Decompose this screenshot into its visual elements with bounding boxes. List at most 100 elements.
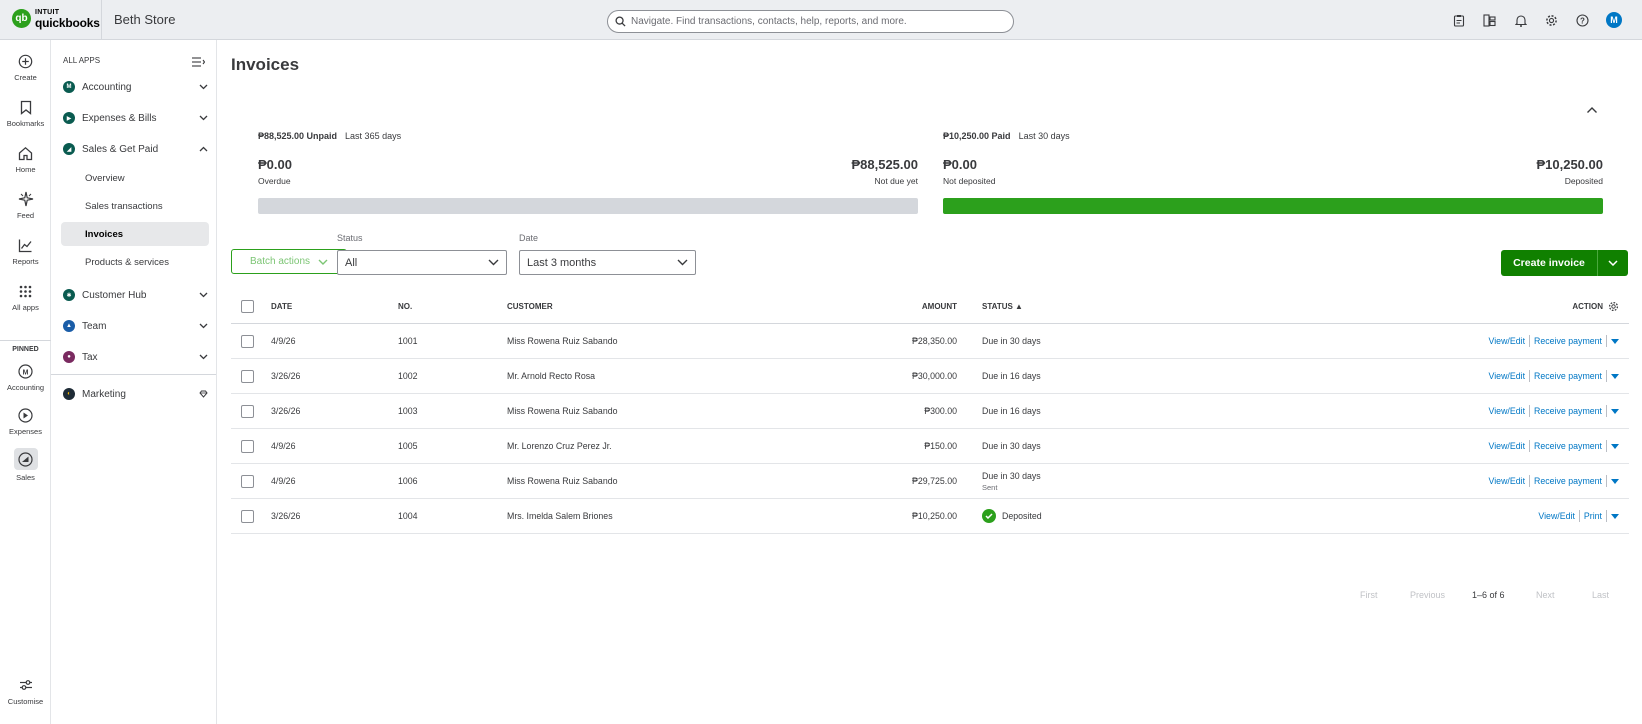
plus-circle-icon <box>18 54 33 68</box>
chevron-down-icon <box>488 259 499 266</box>
create-invoice-button[interactable]: Create invoice <box>1501 250 1597 276</box>
table-row[interactable]: 4/9/26 1001 Miss Rowena Ruiz Sabando ₱28… <box>231 324 1629 359</box>
rail-bookmarks[interactable]: Bookmarks <box>0 98 51 128</box>
deposited-amount-block[interactable]: ₱10,250.00 Deposited <box>1536 157 1603 186</box>
subnav-products-services[interactable]: Products & services <box>61 250 209 274</box>
view-edit-link[interactable]: View/Edit <box>1489 371 1526 381</box>
row-status: Due in 30 days <box>982 441 1041 451</box>
date-filter-select[interactable]: Last 3 months <box>519 250 696 275</box>
caret-down-icon[interactable] <box>1611 513 1619 519</box>
table-row[interactable]: 3/26/26 1002 Mr. Arnold Recto Rosa ₱30,0… <box>231 359 1629 394</box>
row-checkbox[interactable] <box>241 404 254 418</box>
pager-first[interactable]: First <box>1360 590 1378 600</box>
nav-team[interactable]: ▲ Team <box>63 316 208 336</box>
receive-payment-link[interactable]: Receive payment <box>1534 406 1602 416</box>
rail-customise[interactable]: Customise <box>0 676 51 706</box>
col-date[interactable]: DATE <box>271 290 292 323</box>
col-no[interactable]: NO. <box>398 290 412 323</box>
pager-previous[interactable]: Previous <box>1410 590 1445 600</box>
select-all-checkbox[interactable] <box>241 300 254 313</box>
caret-down-icon[interactable] <box>1611 373 1619 379</box>
nav-label: Accounting <box>82 81 132 93</box>
view-edit-link[interactable]: View/Edit <box>1489 406 1526 416</box>
row-checkbox[interactable] <box>241 334 254 348</box>
top-bar: qb INTUIT quickbooks Beth Store ? M <box>0 0 1642 40</box>
caret-down-icon[interactable] <box>1611 408 1619 414</box>
receive-payment-link[interactable]: Receive payment <box>1534 336 1602 346</box>
col-status[interactable]: STATUS ▲ <box>982 290 1023 323</box>
print-link[interactable]: Print <box>1584 511 1602 521</box>
rail-all-apps[interactable]: All apps <box>0 282 51 312</box>
caret-down-icon[interactable] <box>1611 338 1619 344</box>
col-customer[interactable]: CUSTOMER <box>507 290 553 323</box>
view-edit-link[interactable]: View/Edit <box>1489 441 1526 451</box>
batch-actions-button[interactable]: Batch actions <box>231 249 347 274</box>
table-row[interactable]: 4/9/26 1006 Miss Rowena Ruiz Sabando ₱29… <box>231 464 1629 499</box>
quickbooks-logo[interactable]: qb INTUIT quickbooks <box>12 8 100 29</box>
paid-progress-bar[interactable] <box>943 198 1603 214</box>
expenses-icon <box>18 407 33 423</box>
table-row[interactable]: 4/9/26 1005 Mr. Lorenzo Cruz Perez Jr. ₱… <box>231 429 1629 464</box>
row-customer: Miss Rowena Ruiz Sabando <box>507 476 618 486</box>
nav-sales-get-paid[interactable]: ◢ Sales & Get Paid <box>63 139 208 159</box>
rail-pinned-expenses[interactable]: Expenses <box>0 406 51 436</box>
chevron-down-icon <box>1608 260 1618 266</box>
divider <box>51 374 216 375</box>
row-customer: Miss Rowena Ruiz Sabando <box>507 336 618 346</box>
rail-label: Create <box>14 73 37 82</box>
user-avatar[interactable]: M <box>1606 12 1622 28</box>
table-row[interactable]: 3/26/26 1003 Miss Rowena Ruiz Sabando ₱3… <box>231 394 1629 429</box>
row-status: Due in 16 days <box>982 371 1041 381</box>
pager-last[interactable]: Last <box>1592 590 1609 600</box>
nav-tax[interactable]: ● Tax <box>63 347 208 367</box>
caret-down-icon[interactable] <box>1611 478 1619 484</box>
help-icon[interactable]: ? <box>1575 13 1590 28</box>
table-row[interactable]: 3/26/26 1004 Mrs. Imelda Salem Briones ₱… <box>231 499 1629 534</box>
home-icon <box>18 146 33 160</box>
row-checkbox[interactable] <box>241 439 254 453</box>
company-name[interactable]: Beth Store <box>114 12 175 27</box>
not-deposited-amount-block[interactable]: ₱0.00 Not deposited <box>943 157 995 186</box>
receive-payment-link[interactable]: Receive payment <box>1534 441 1602 451</box>
receive-payment-link[interactable]: Receive payment <box>1534 476 1602 486</box>
subnav-sales-transactions[interactable]: Sales transactions <box>61 194 209 218</box>
search-input[interactable] <box>631 16 1001 27</box>
apps-switch-icon[interactable] <box>1482 13 1497 28</box>
row-checkbox[interactable] <box>241 474 254 488</box>
nav-customer-hub[interactable]: ✱ Customer Hub <box>63 285 208 305</box>
nav-expenses-bills[interactable]: ▶ Expenses & Bills <box>63 108 208 128</box>
overdue-amount-block[interactable]: ₱0.00 Overdue <box>258 157 292 186</box>
subnav-overview[interactable]: Overview <box>61 166 209 190</box>
rail-pinned-accounting[interactable]: M Accounting <box>0 362 51 392</box>
row-status: Due in 30 days <box>982 470 1041 481</box>
rail-pinned-sales[interactable]: Sales <box>0 448 51 482</box>
nav-accounting[interactable]: M Accounting <box>63 77 208 97</box>
bell-icon[interactable] <box>1513 13 1528 28</box>
not-due-amount-block[interactable]: ₱88,525.00 Not due yet <box>851 157 918 186</box>
subnav-invoices[interactable]: Invoices <box>61 222 209 246</box>
view-edit-link[interactable]: View/Edit <box>1538 511 1575 521</box>
create-invoice-dropdown[interactable] <box>1598 250 1628 276</box>
view-edit-link[interactable]: View/Edit <box>1489 476 1526 486</box>
view-edit-link[interactable]: View/Edit <box>1489 336 1526 346</box>
status-filter-select[interactable]: All <box>337 250 507 275</box>
chevron-down-icon <box>318 259 328 265</box>
gear-icon[interactable] <box>1544 13 1559 28</box>
rail-create[interactable]: Create <box>0 52 51 82</box>
nav-marketing[interactable]: ◐ Marketing <box>63 384 208 404</box>
rail-reports[interactable]: Reports <box>0 236 51 266</box>
rail-feed[interactable]: Feed <box>0 190 51 220</box>
clipboard-icon[interactable] <box>1451 13 1466 28</box>
row-checkbox[interactable] <box>241 369 254 383</box>
collapse-summary-button[interactable] <box>1586 101 1598 119</box>
col-amount[interactable]: AMOUNT <box>922 290 957 323</box>
gear-icon[interactable] <box>1608 301 1619 312</box>
unpaid-progress-bar[interactable] <box>258 198 918 214</box>
receive-payment-link[interactable]: Receive payment <box>1534 371 1602 381</box>
caret-down-icon[interactable] <box>1611 443 1619 449</box>
search-bar[interactable] <box>607 10 1014 33</box>
collapse-nav-icon[interactable] <box>192 54 206 72</box>
rail-home[interactable]: Home <box>0 144 51 174</box>
row-checkbox[interactable] <box>241 509 254 523</box>
pager-next[interactable]: Next <box>1536 590 1555 600</box>
